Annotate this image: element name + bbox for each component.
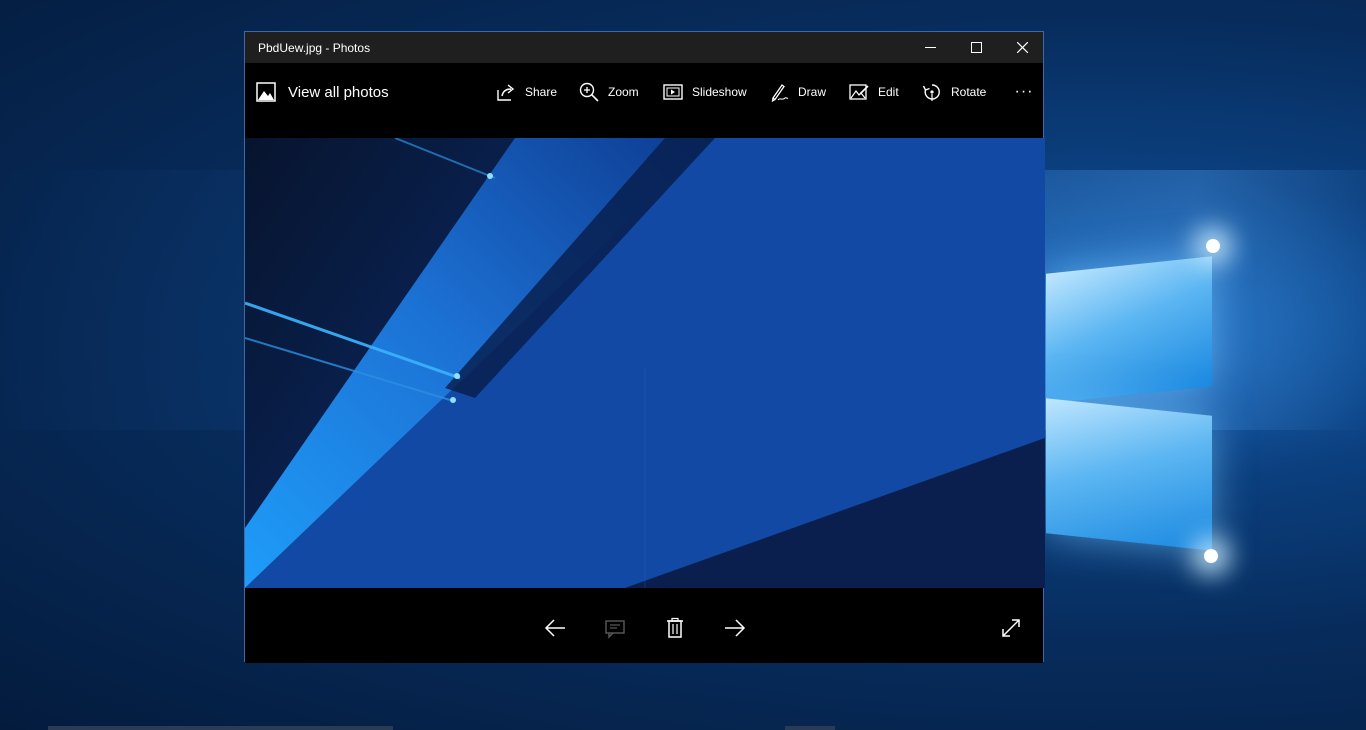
edit-label: Edit [878, 85, 899, 99]
desktop-windows-logo [1046, 239, 1220, 563]
logo-pane-top [1046, 256, 1212, 404]
feedback-icon [605, 620, 625, 639]
taskbar-edge [785, 726, 835, 730]
logo-glow [1206, 239, 1220, 253]
zoom-icon [579, 82, 599, 102]
rotate-button[interactable]: Rotate [922, 77, 986, 107]
photos-window: PbdUew.jpg - Photos View all photos Shar… [244, 31, 1045, 663]
previous-photo-button[interactable] [535, 608, 575, 648]
edit-button[interactable]: Edit [849, 77, 899, 107]
window-title: PbdUew.jpg - Photos [258, 41, 371, 55]
image-gallery-icon [256, 82, 276, 102]
photo-image [245, 138, 1045, 588]
close-icon [1016, 42, 1028, 53]
logo-glow [1204, 549, 1218, 563]
title-bar[interactable]: PbdUew.jpg - Photos [245, 32, 1043, 63]
command-bar: View all photos Share Zoom Slideshow Dra… [245, 63, 1043, 138]
arrow-left-icon [544, 619, 565, 637]
draw-button[interactable]: Draw [769, 77, 826, 107]
more-options-button[interactable]: ··· [1011, 77, 1037, 107]
slideshow-label: Slideshow [692, 85, 747, 99]
taskbar-edge [48, 726, 393, 730]
share-icon [497, 84, 515, 101]
minimize-icon [924, 47, 936, 48]
draw-label: Draw [798, 85, 827, 99]
share-label: Share [525, 85, 558, 99]
slideshow-icon [663, 84, 683, 100]
arrow-right-icon [725, 619, 746, 637]
pen-icon [771, 84, 789, 102]
rotate-label: Rotate [951, 85, 987, 99]
rotate-icon [922, 84, 940, 101]
feedback-button[interactable] [595, 608, 635, 648]
fullscreen-button[interactable] [991, 608, 1031, 648]
maximize-button[interactable] [953, 32, 999, 63]
edit-icon [849, 84, 869, 100]
zoom-label: Zoom [608, 85, 639, 99]
close-button[interactable] [999, 32, 1045, 63]
share-button[interactable]: Share [496, 77, 557, 107]
minimize-button[interactable] [907, 32, 953, 63]
delete-button[interactable] [655, 608, 695, 648]
trash-icon [667, 617, 683, 638]
logo-pane-bottom [1046, 398, 1212, 551]
bottom-navigation-bar [245, 588, 1043, 663]
view-all-photos-label: View all photos [288, 83, 389, 101]
fullscreen-icon [1002, 619, 1020, 637]
view-all-photos-button[interactable]: View all photos [256, 77, 389, 107]
maximize-icon [970, 42, 982, 53]
photo-viewer[interactable] [245, 138, 1045, 588]
next-photo-button[interactable] [715, 608, 755, 648]
slideshow-button[interactable]: Slideshow [663, 77, 747, 107]
zoom-button[interactable]: Zoom [579, 77, 639, 107]
